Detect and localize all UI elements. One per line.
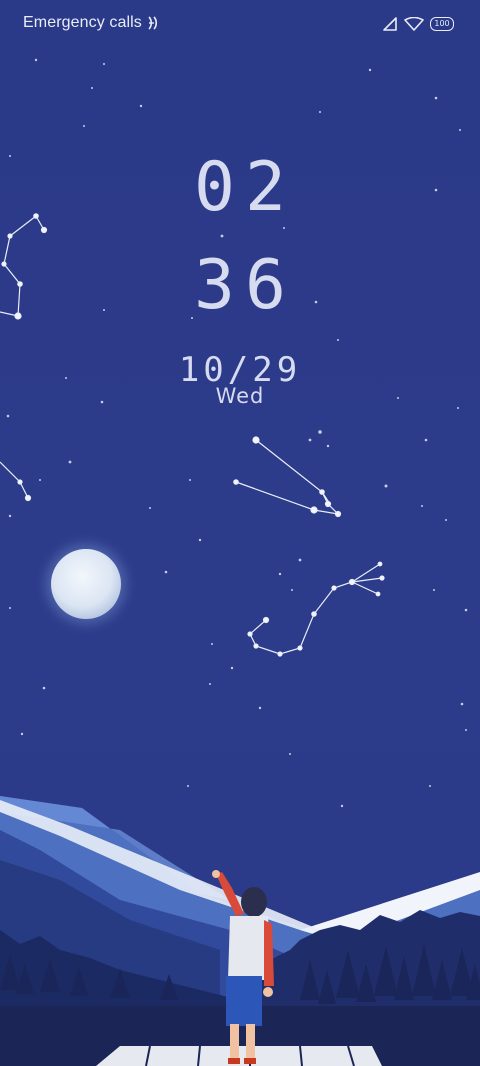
lock-screen: Emergency calls 100 02 36 10/29 Wed: [0, 0, 480, 1066]
wifi-icon: [404, 17, 424, 31]
status-icons: 100: [382, 15, 454, 33]
weekday-label: Wed: [215, 384, 265, 408]
battery-level: 100: [434, 19, 450, 28]
signal-icon: [383, 17, 397, 31]
clock-minute: 36: [194, 246, 296, 325]
clock-hour: 02: [194, 148, 296, 227]
moon: [46, 544, 126, 624]
battery-icon: 100: [430, 17, 454, 31]
constellation-scorpio: [247, 561, 385, 657]
constellation-center: [233, 436, 342, 518]
carrier-label: Emergency calls: [23, 14, 142, 31]
status-bar: Emergency calls 100: [0, 0, 480, 48]
nfc-icon: [148, 16, 158, 30]
